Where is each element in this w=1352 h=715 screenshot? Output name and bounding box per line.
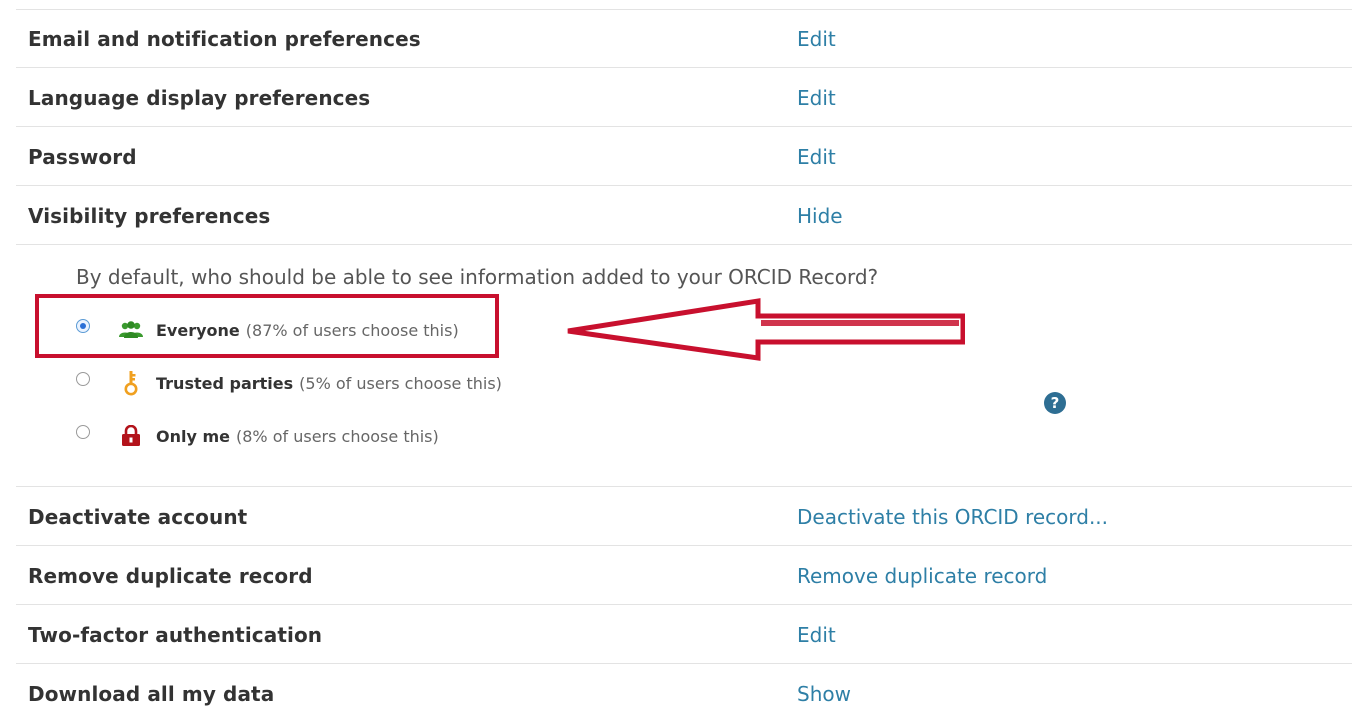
settings-row-remove-duplicate: Remove duplicate record Remove duplicate… [16, 547, 1352, 605]
settings-row-visibility: Visibility preferences Hide [16, 187, 1352, 245]
settings-row-two-factor: Two-factor authentication Edit [16, 606, 1352, 664]
visibility-option-trusted-parties[interactable]: Trusted parties (5% of users choose this… [76, 368, 502, 398]
option-name: Trusted parties [156, 373, 294, 393]
trusted-parties-radio[interactable] [76, 372, 90, 386]
help-icon[interactable]: ? [1044, 392, 1066, 414]
option-percent: (5% of users choose this) [299, 373, 502, 393]
option-percent: (8% of users choose this) [236, 426, 439, 446]
row-label: Email and notification preferences [28, 26, 421, 51]
settings-row-password: Password Edit [16, 128, 1352, 186]
password-edit-link[interactable]: Edit [797, 145, 836, 169]
key-icon [118, 371, 144, 396]
language-preferences-edit-link[interactable]: Edit [797, 86, 836, 110]
row-label: Deactivate account [28, 504, 248, 529]
row-label: Download all my data [28, 682, 275, 706]
email-preferences-edit-link[interactable]: Edit [797, 27, 836, 51]
only-me-radio[interactable] [76, 425, 90, 439]
settings-row-email: Email and notification preferences Edit [16, 10, 1352, 68]
row-label: Remove duplicate record [28, 563, 313, 588]
settings-row-language: Language display preferences Edit [16, 69, 1352, 127]
visibility-question: By default, who should be able to see in… [76, 265, 879, 289]
settings-row-download-data: Download all my data Show [16, 665, 1352, 715]
two-factor-edit-link[interactable]: Edit [797, 623, 836, 647]
download-data-show-link[interactable]: Show [797, 682, 851, 706]
row-label: Visibility preferences [28, 203, 271, 228]
lock-icon [118, 425, 144, 447]
row-label: Two-factor authentication [28, 622, 323, 647]
visibility-option-only-me[interactable]: Only me (8% of users choose this) [76, 421, 439, 451]
annotation-arrow-icon [567, 298, 965, 361]
option-name: Only me [156, 426, 230, 446]
deactivate-record-link[interactable]: Deactivate this ORCID record... [797, 505, 1108, 529]
visibility-preferences-hide-link[interactable]: Hide [797, 204, 843, 228]
remove-duplicate-record-link[interactable]: Remove duplicate record [797, 564, 1047, 588]
settings-row-deactivate: Deactivate account Deactivate this ORCID… [16, 488, 1352, 546]
row-label: Password [28, 144, 137, 169]
visibility-preferences-panel: By default, who should be able to see in… [16, 247, 1352, 487]
row-label: Language display preferences [28, 85, 371, 110]
account-settings-page: Email and notification preferences Edit … [0, 0, 1352, 715]
annotation-highlight-box [35, 294, 499, 358]
